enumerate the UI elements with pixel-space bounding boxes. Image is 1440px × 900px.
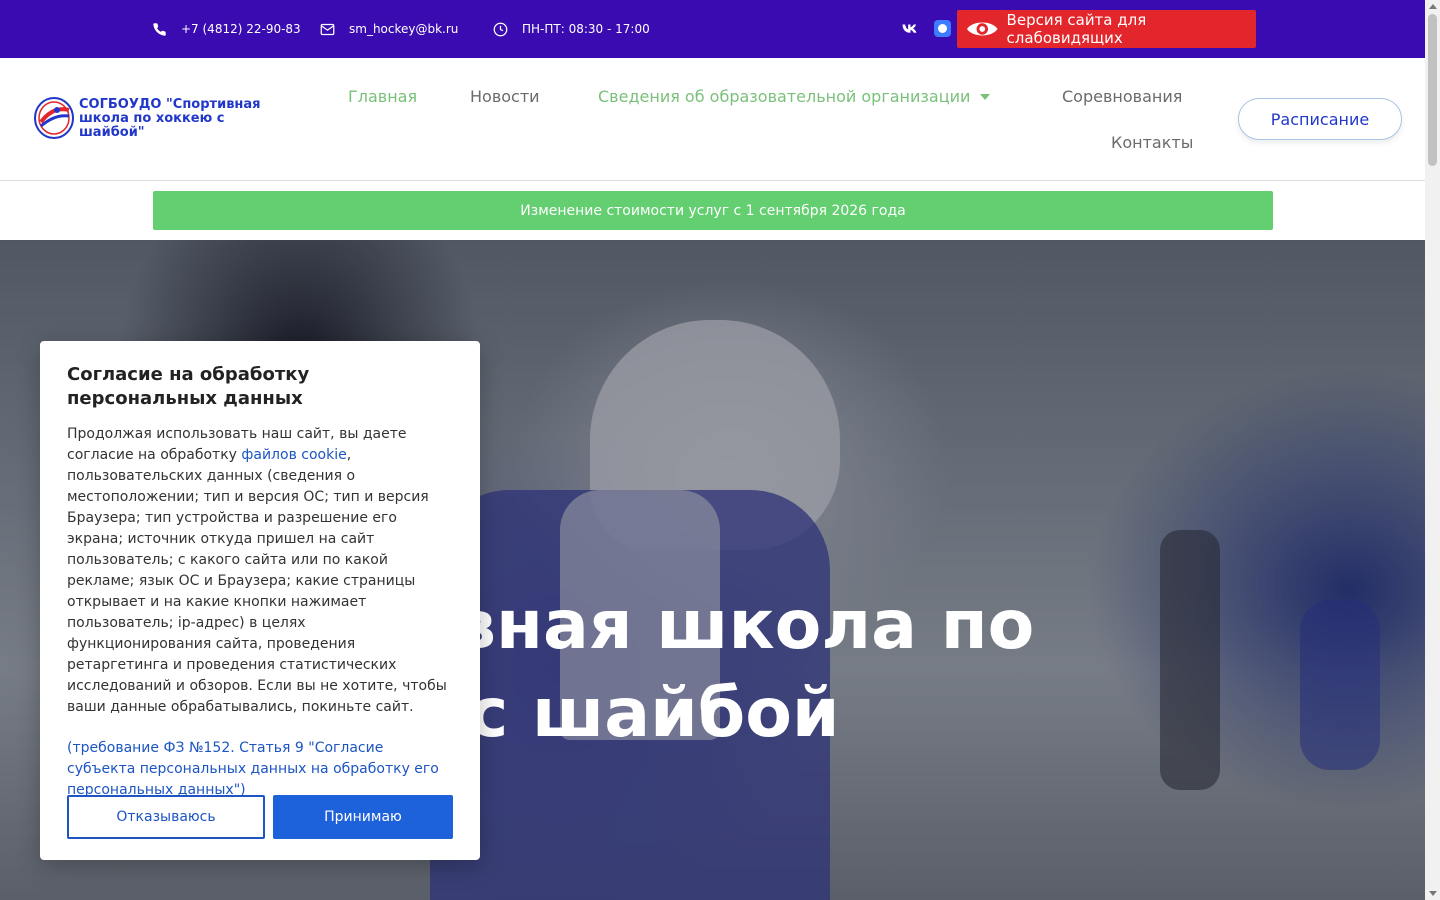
vk-icon[interactable] xyxy=(900,19,920,39)
chevron-down-icon xyxy=(980,93,991,100)
cookie-files-link[interactable]: файлов cookie xyxy=(241,447,346,463)
cookie-law-reference[interactable]: (требование ФЗ №152. Статья 9 "Согласие … xyxy=(67,738,453,801)
nav-organization-info[interactable]: Сведения об образовательной организации xyxy=(598,87,991,106)
cookie-title: Согласие на обработку персональных данны… xyxy=(67,364,310,409)
envelope-icon xyxy=(320,23,335,35)
accept-button[interactable]: Принимаю xyxy=(273,795,453,839)
decline-button[interactable]: Отказываюсь xyxy=(67,795,265,839)
nav-main[interactable]: Главная xyxy=(348,87,417,106)
phone-contact[interactable]: +7 (4812) 22-90-83 xyxy=(152,0,301,58)
scroll-down-icon[interactable] xyxy=(1429,891,1437,896)
phone-text: +7 (4812) 22-90-83 xyxy=(181,22,301,36)
accessibility-label: Версия сайта для слабовидящих xyxy=(1006,11,1147,47)
phone-icon xyxy=(153,22,166,36)
nav-competitions[interactable]: Соревнования xyxy=(1062,87,1182,106)
cookie-body-end: , пользовательских данных (сведения о ме… xyxy=(67,447,447,715)
scrollbar-thumb[interactable] xyxy=(1428,14,1437,166)
cookie-actions: Отказываюсь Принимаю xyxy=(67,795,453,839)
announcement-banner[interactable]: Изменение стоимости услуг с 1 сентября 2… xyxy=(153,191,1273,230)
cookie-body: Продолжая использовать наш сайт, вы дает… xyxy=(67,424,453,718)
max-messenger-icon[interactable] xyxy=(934,20,951,37)
top-bar: +7 (4812) 22-90-83 sm_hockey@bk.ru ПН-ПТ… xyxy=(0,0,1425,58)
scroll-up-icon[interactable] xyxy=(1429,4,1437,9)
page-scrollbar[interactable] xyxy=(1425,0,1440,900)
nav-news[interactable]: Новости xyxy=(470,87,540,106)
site-header: СОГБОУДО "Спортивная школа по хоккею с ш… xyxy=(0,58,1425,181)
eye-icon xyxy=(966,22,998,36)
school-name[interactable]: СОГБОУДО "Спортивная школа по хоккею с ш… xyxy=(79,98,279,140)
hours-text: ПН-ПТ: 08:30 - 17:00 xyxy=(522,22,650,36)
nav-contacts[interactable]: Контакты xyxy=(1111,133,1193,152)
school-logo-icon[interactable] xyxy=(33,96,75,140)
cookie-body-start: Продолжая использовать наш сайт, вы дает… xyxy=(67,426,407,463)
announcement-section: Изменение стоимости услуг с 1 сентября 2… xyxy=(0,181,1425,240)
email-contact[interactable]: sm_hockey@bk.ru xyxy=(320,0,458,58)
accessibility-version-button[interactable]: Версия сайта для слабовидящих xyxy=(957,10,1256,48)
schedule-button[interactable]: Расписание xyxy=(1238,98,1402,140)
working-hours: ПН-ПТ: 08:30 - 17:00 xyxy=(493,0,650,58)
email-text: sm_hockey@bk.ru xyxy=(349,22,459,36)
announcement-text: Изменение стоимости услуг с 1 сентября 2… xyxy=(520,202,906,219)
cookie-consent-dialog: Согласие на обработку персональных данны… xyxy=(40,341,480,860)
nav-organization-info-label: Сведения об образовательной организации xyxy=(598,87,971,106)
clock-icon xyxy=(493,22,508,36)
